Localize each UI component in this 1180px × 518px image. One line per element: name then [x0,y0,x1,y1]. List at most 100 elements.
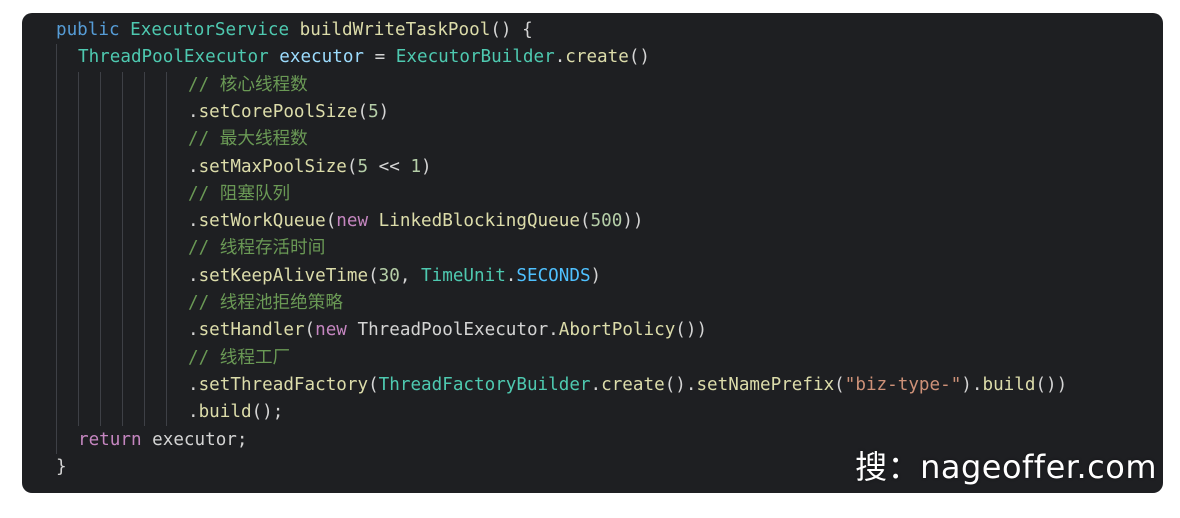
code-token: 30 [378,265,400,286]
code-token: AbortPolicy [558,320,676,341]
code-token: buildWriteTaskPool [299,20,491,40]
code-line: // 核心线程数 [188,72,308,99]
code-token: 5 [357,156,369,177]
code-token: . [188,265,199,286]
code-token: () [628,47,651,68]
code-token: ( [325,211,337,232]
code-comment: // 最大线程数 [188,129,308,150]
code-line: return executor; [78,427,248,454]
code-line: // 线程存活时间 [188,235,325,262]
code-token: TimeUnit [421,265,506,286]
code-token: setNamePrefix [696,374,835,395]
indent-guide [78,71,79,427]
code-token: ( [579,211,591,232]
code-token: ()) [1035,374,1068,395]
code-token: . [188,101,199,122]
code-token: )) [622,211,644,232]
code-token: create [565,47,629,68]
code-token: ( [834,374,845,395]
code-token: ( [346,156,358,177]
code-token: create [601,374,665,395]
code-token: executor; [141,429,248,450]
code-comment: // 线程池拒绝策略 [188,293,343,313]
code-line: // 最大线程数 [188,126,308,153]
code-token: SECONDS [516,265,591,286]
code-line: .setMaxPoolSize(5 << 1) [188,154,432,181]
code-token: executor [279,47,365,68]
code-comment: // 线程工厂 [188,347,291,368]
code-editor: public ExecutorService buildWriteTaskPoo… [22,13,1163,493]
code-token: 500 [590,211,623,232]
code-line: .setThreadFactory(ThreadFactoryBuilder.c… [188,372,1067,399]
code-token: . [188,211,199,232]
code-line: .build(); [188,399,283,426]
code-line: ThreadPoolExecutor executor = ExecutorBu… [78,44,650,71]
indent-guide [56,44,57,454]
code-token: . [590,374,602,395]
code-token: setCorePoolSize [198,101,358,122]
code-token: setMaxPoolSize [198,156,347,177]
code-line: // 线程工厂 [188,345,290,372]
indent-guide [122,71,123,427]
code-token: ()) [675,320,708,341]
code-line: public ExecutorService buildWriteTaskPoo… [56,17,533,44]
code-token: () { [490,20,533,40]
code-token: << [368,156,411,177]
indent-guide [100,71,101,427]
code-token: . [188,402,199,423]
code-token: ExecutorService [130,20,290,40]
code-token: ( [368,265,379,286]
code-token: ( [368,374,379,395]
code-token: . [188,156,199,177]
code-token: ). [961,374,983,395]
indent-guide [144,71,145,427]
code-comment: // 阻塞队列 [188,183,291,204]
code-line: .setHandler(new ThreadPoolExecutor.Abort… [188,317,707,344]
code-token: return [78,429,142,450]
code-line: // 线程池拒绝策略 [188,290,343,317]
code-comment: // 核心线程数 [188,74,308,95]
code-token: setHandler [198,320,305,341]
code-token: (); [251,402,284,423]
code-line: .setKeepAliveTime(30, TimeUnit.SECONDS) [188,263,601,290]
code-token: "biz-type-" [844,374,962,395]
code-token: ExecutorBuilder [395,47,555,68]
code-token: ) [378,101,390,122]
code-token: new [336,211,369,232]
code-token: ThreadFactoryBuilder [378,374,591,395]
code-line: .setWorkQueue(new LinkedBlockingQueue(50… [188,208,644,235]
code-token: , [399,265,422,286]
code-token: ( [304,320,316,341]
indent-guide [166,71,167,427]
code-token: . [505,265,517,286]
code-token: = [364,47,396,68]
code-token: LinkedBlockingQueue [378,211,580,232]
code-line: // 阻塞队列 [188,181,290,208]
code-token: 1 [410,156,422,177]
code-token: ThreadPoolExecutor [78,47,269,68]
code-token: . [188,374,199,395]
code-token: build [198,402,252,423]
code-token: new [315,320,347,341]
code-token: public [56,20,120,40]
code-token: ( [357,101,369,122]
code-token: setKeepAliveTime [198,265,369,286]
code-token: 5 [368,101,379,122]
code-token: ThreadPoolExecutor. [346,320,559,341]
code-token: build [982,374,1036,395]
code-token: (). [664,374,697,395]
code-token: setThreadFactory [198,374,369,395]
code-token: ) [590,265,602,286]
code-line: } [56,454,67,481]
code-token: . [554,47,566,68]
code-token: . [188,320,199,341]
code-token: } [56,456,67,477]
code-line: .setCorePoolSize(5) [188,99,389,126]
watermark: 搜：nageoffer.com [855,448,1157,486]
code-comment: // 线程存活时间 [188,238,326,259]
code-token: setWorkQueue [198,211,326,232]
